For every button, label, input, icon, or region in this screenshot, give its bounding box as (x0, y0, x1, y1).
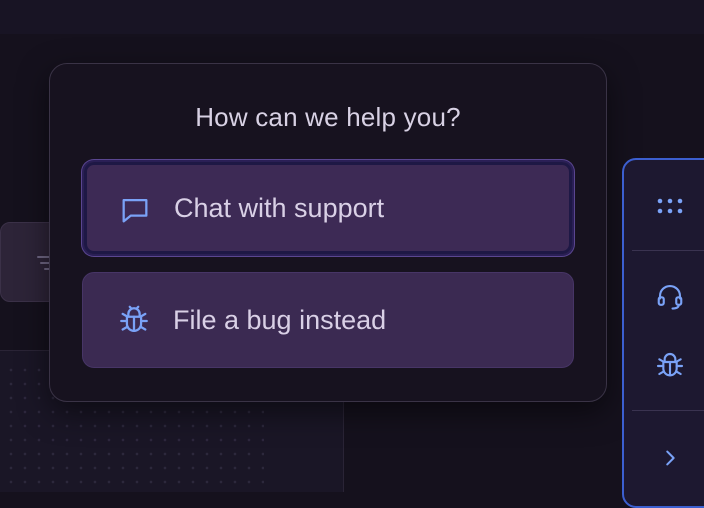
right-sidebar-rail (622, 158, 704, 508)
bug-icon (120, 305, 148, 333)
help-popover: How can we help you? Chat with support F… (49, 63, 607, 402)
chevron-right-icon (666, 450, 675, 466)
top-bar-background (0, 0, 704, 34)
headset-icon (657, 284, 683, 310)
apps-grid-button[interactable] (644, 180, 696, 232)
bug-report-button[interactable] (644, 340, 696, 392)
apps-grid-icon (657, 198, 683, 214)
option-label: Chat with support (174, 192, 385, 223)
support-headset-button[interactable] (644, 270, 696, 322)
bug-icon (656, 353, 684, 377)
file-bug-option[interactable]: File a bug instead (82, 272, 574, 368)
chat-with-support-option[interactable]: Chat with support (82, 160, 574, 256)
rail-divider (632, 250, 704, 251)
chat-bubble-icon (122, 198, 148, 223)
expand-rail-button[interactable] (644, 432, 696, 484)
popover-title: How can we help you? (195, 102, 461, 132)
option-label: File a bug instead (173, 304, 387, 335)
rail-divider (632, 410, 704, 411)
